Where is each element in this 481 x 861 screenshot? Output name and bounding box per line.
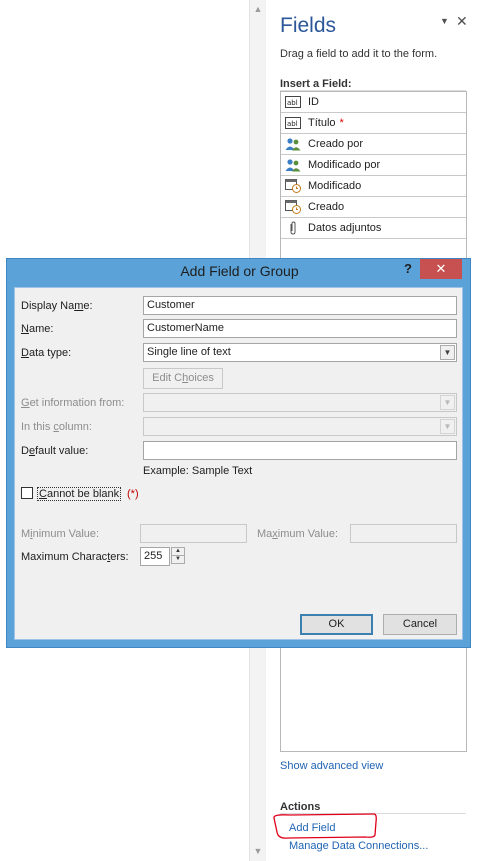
- required-marker: *: [339, 117, 344, 129]
- people-icon: [285, 138, 301, 151]
- field-label: Creado por: [308, 138, 364, 150]
- insert-field-label: Insert a Field:: [280, 78, 352, 90]
- pane-menu-icon[interactable]: ▼: [440, 17, 449, 26]
- ok-button[interactable]: OK: [300, 614, 373, 635]
- spin-down-icon[interactable]: ▼: [172, 556, 184, 563]
- in-this-column-label: In this column:: [21, 421, 92, 433]
- chevron-down-icon[interactable]: ▼: [440, 345, 455, 360]
- field-label: Creado: [308, 201, 345, 213]
- show-advanced-view-link[interactable]: Show advanced view: [280, 760, 383, 772]
- text-field-icon: abl: [285, 96, 301, 108]
- field-label: Modificado: [308, 180, 362, 192]
- add-field-dialog: Add Field or Group ? ✕ Display Name: Cus…: [6, 258, 471, 648]
- close-button[interactable]: ✕: [420, 259, 462, 279]
- chevron-down-icon[interactable]: ▼: [440, 395, 455, 410]
- data-type-select[interactable]: Single line of text ▼: [143, 343, 457, 362]
- field-label: ID: [308, 96, 319, 108]
- minimum-value-input[interactable]: [140, 524, 247, 543]
- field-item-modificado[interactable]: Modificado: [281, 176, 466, 197]
- field-item-modificado-por[interactable]: Modificado por: [281, 155, 466, 176]
- maximum-value-label: Maximum Value:: [257, 528, 339, 540]
- name-input[interactable]: CustomerName: [143, 319, 457, 338]
- in-this-column-select[interactable]: ▼: [143, 417, 457, 436]
- maximum-characters-stepper[interactable]: ▲ ▼: [171, 547, 185, 564]
- maximum-value-input[interactable]: [350, 524, 457, 543]
- cancel-button[interactable]: Cancel: [383, 614, 457, 635]
- chevron-down-icon[interactable]: ▼: [440, 419, 455, 434]
- dialog-body: Display Name: Customer Name: CustomerNam…: [14, 287, 463, 640]
- pane-close-icon[interactable]: ✕: [456, 13, 468, 29]
- spin-up-icon[interactable]: ▲: [172, 548, 184, 556]
- get-information-select[interactable]: ▼: [143, 393, 457, 412]
- example-text: Example: Sample Text: [143, 465, 253, 477]
- maximum-characters-label: Maximum Characters:: [21, 551, 129, 563]
- field-label: Modificado por: [308, 159, 381, 171]
- svg-text:abl: abl: [287, 99, 298, 107]
- display-name-input[interactable]: Customer: [143, 296, 457, 315]
- field-label: Datos adjuntos: [308, 222, 382, 234]
- display-name-label: Display Name:: [21, 300, 93, 312]
- maximum-characters-input[interactable]: 255: [140, 547, 170, 566]
- get-information-label: Get information from:: [21, 397, 125, 409]
- add-field-link[interactable]: Add Field: [289, 822, 335, 834]
- scroll-down-icon[interactable]: ▼: [253, 846, 263, 856]
- data-type-label: Data type:: [21, 347, 72, 359]
- field-item-creado[interactable]: Creado: [281, 197, 466, 218]
- minimum-value-label: Minimum Value:: [21, 528, 100, 540]
- manage-data-connections-link[interactable]: Manage Data Connections...: [289, 840, 428, 852]
- cannot-be-blank-label[interactable]: Cannot be blank: [37, 487, 122, 501]
- field-label: Título *: [308, 117, 344, 129]
- cannot-be-blank-checkbox[interactable]: [21, 487, 33, 499]
- field-item-datos-adjuntos[interactable]: Datos adjuntos: [281, 218, 466, 239]
- calendar-clock-icon: [285, 200, 301, 214]
- field-item-titulo[interactable]: abl Título *: [281, 113, 466, 134]
- field-item-id[interactable]: abl ID: [281, 92, 466, 113]
- paperclip-icon: [290, 221, 296, 235]
- scroll-up-icon[interactable]: ▲: [253, 4, 263, 14]
- svg-text:abl: abl: [287, 120, 298, 128]
- people-icon: [285, 159, 301, 172]
- default-value-label: Default value:: [21, 445, 89, 457]
- help-icon[interactable]: ?: [404, 261, 412, 276]
- pane-title: Fields: [280, 14, 337, 37]
- dialog-title: Add Field or Group: [180, 263, 299, 279]
- edit-choices-button[interactable]: Edit Choices: [143, 368, 223, 389]
- pane-description: Drag a field to add it to the form.: [280, 48, 438, 60]
- required-marker: (*): [127, 488, 139, 500]
- section-divider: [280, 813, 466, 814]
- actions-label: Actions: [280, 801, 321, 813]
- name-label: Name:: [21, 323, 54, 335]
- text-field-icon: abl: [285, 117, 301, 129]
- field-item-creado-por[interactable]: Creado por: [281, 134, 466, 155]
- default-value-input[interactable]: [143, 441, 457, 460]
- calendar-clock-icon: [285, 179, 301, 193]
